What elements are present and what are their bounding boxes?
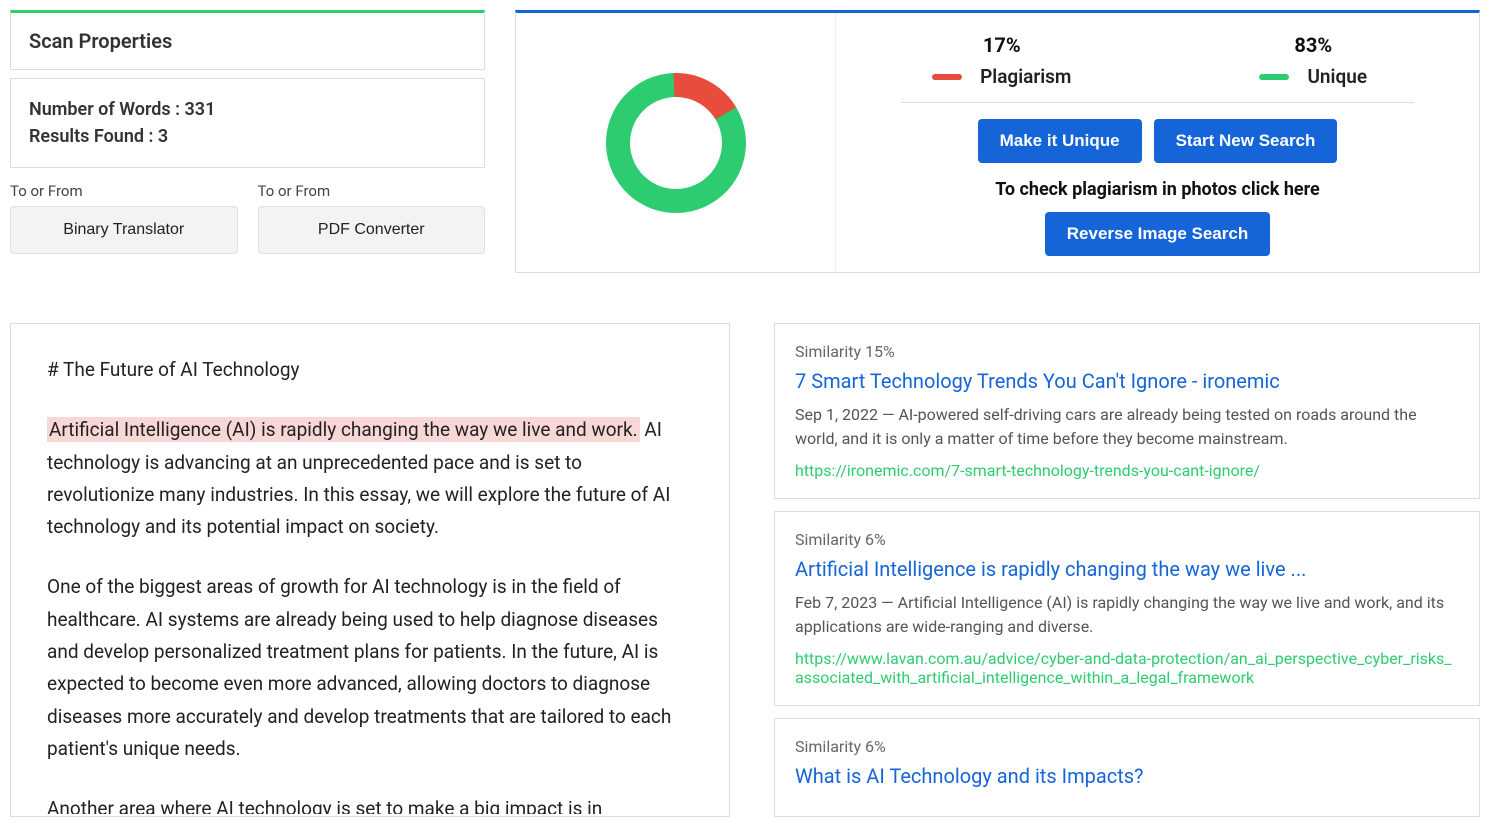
scan-stats-card: Number of Words : 331 Results Found : 3	[10, 78, 485, 168]
tool-label-binary: To or From	[10, 182, 238, 200]
plagiarism-percent: 17%	[866, 33, 1138, 57]
binary-translator-button[interactable]: Binary Translator	[10, 206, 238, 254]
results-found-value: 3	[158, 126, 168, 147]
result-url-link[interactable]: https://www.lavan.com.au/advice/cyber-an…	[795, 649, 1459, 687]
result-similarity: Similarity 15%	[795, 342, 1459, 361]
start-new-search-button[interactable]: Start New Search	[1154, 119, 1338, 163]
essay-paragraph-3: Another area where AI technology is set …	[47, 793, 693, 814]
unique-label: Unique	[1307, 65, 1367, 88]
result-title-link[interactable]: What is AI Technology and its Impacts?	[795, 764, 1459, 788]
tool-label-pdf: To or From	[258, 182, 486, 200]
results-column: Similarity 15% 7 Smart Technology Trends…	[774, 323, 1480, 817]
pdf-converter-button[interactable]: PDF Converter	[258, 206, 486, 254]
result-title-link[interactable]: Artificial Intelligence is rapidly chang…	[795, 557, 1459, 581]
result-url-link[interactable]: https://ironemic.com/7-smart-technology-…	[795, 461, 1459, 480]
scan-properties-card: Scan Properties	[10, 10, 485, 70]
word-count-label: Number of Words :	[29, 99, 180, 120]
essay-scroll-area[interactable]: # The Future of AI Technology Artificial…	[11, 324, 729, 814]
result-title-link[interactable]: 7 Smart Technology Trends You Can't Igno…	[795, 369, 1459, 393]
result-card: Similarity 15% 7 Smart Technology Trends…	[774, 323, 1480, 499]
essay-paragraph-1: Artificial Intelligence (AI) is rapidly …	[47, 414, 693, 543]
result-similarity: Similarity 6%	[795, 737, 1459, 756]
word-count-value: 331	[185, 99, 216, 120]
photo-check-text: To check plagiarism in photos click here	[995, 179, 1320, 200]
essay-panel: # The Future of AI Technology Artificial…	[10, 323, 730, 817]
essay-title: # The Future of AI Technology	[47, 354, 693, 386]
plagiarism-label: Plagiarism	[980, 65, 1071, 88]
result-similarity: Similarity 6%	[795, 530, 1459, 549]
plagiarism-highlight: Artificial Intelligence (AI) is rapidly …	[47, 417, 640, 442]
result-card: Similarity 6% Artificial Intelligence is…	[774, 511, 1480, 706]
essay-paragraph-2: One of the biggest areas of growth for A…	[47, 571, 693, 765]
result-description: Sep 1, 2022 — AI-powered self-driving ca…	[795, 403, 1459, 451]
unique-swatch-icon	[1259, 74, 1289, 80]
scan-properties-title: Scan Properties	[29, 29, 466, 53]
plagiarism-swatch-icon	[932, 74, 962, 80]
summary-divider	[901, 102, 1414, 103]
result-card: Similarity 6% What is AI Technology and …	[774, 718, 1480, 817]
unique-percent: 83%	[1178, 33, 1450, 57]
result-description: Feb 7, 2023 — Artificial Intelligence (A…	[795, 591, 1459, 639]
make-unique-button[interactable]: Make it Unique	[978, 119, 1142, 163]
summary-card: 17% Plagiarism 83% Unique	[515, 10, 1480, 273]
donut-chart-wrap	[516, 13, 836, 272]
results-found-label: Results Found :	[29, 126, 153, 147]
results-found-line: Results Found : 3	[29, 126, 466, 147]
word-count-line: Number of Words : 331	[29, 99, 466, 120]
plagiarism-donut-chart	[603, 70, 748, 215]
reverse-image-search-button[interactable]: Reverse Image Search	[1045, 212, 1270, 256]
